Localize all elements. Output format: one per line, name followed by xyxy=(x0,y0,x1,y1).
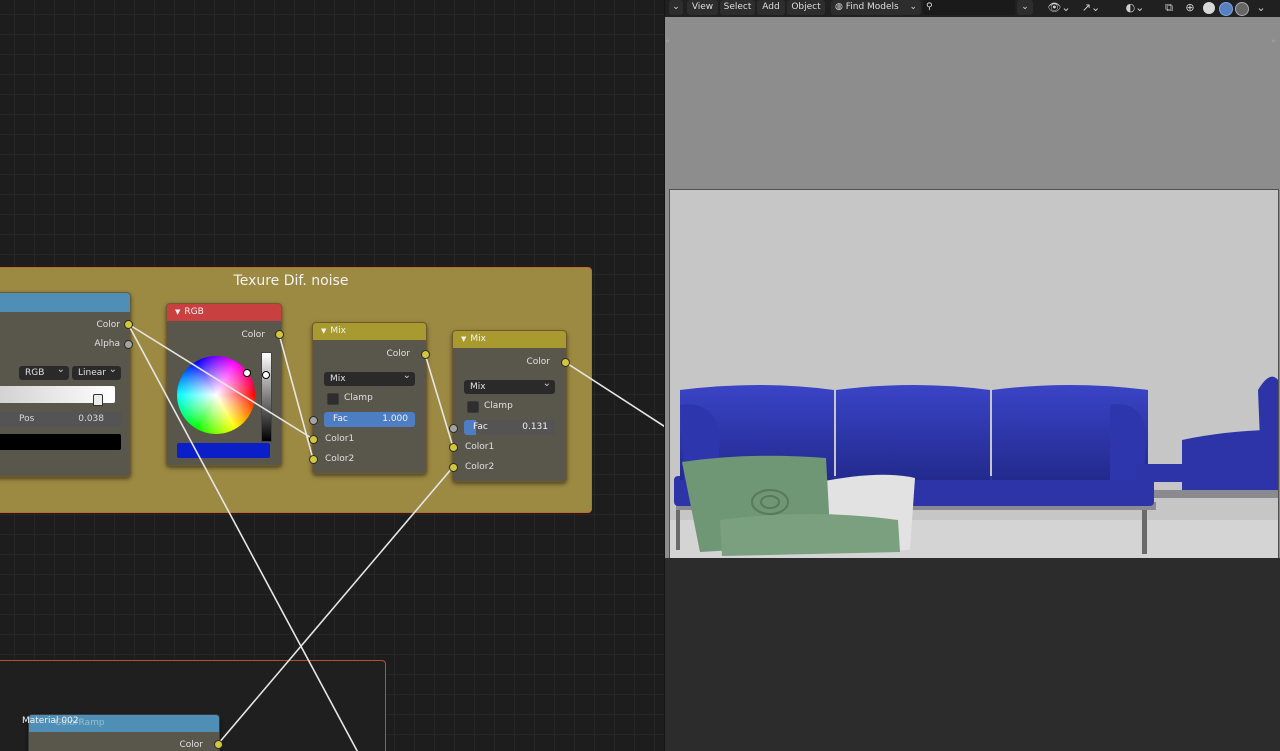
mix2-output-color: Color xyxy=(526,357,551,367)
mix2-clamp-label: Clamp xyxy=(484,401,513,411)
mix2-fac-value: 0.131 xyxy=(522,422,548,432)
pos-value: 0.038 xyxy=(78,414,104,424)
menu-add[interactable]: Add xyxy=(757,0,785,15)
value-slider-handle[interactable] xyxy=(262,371,270,379)
wireframe-shading-icon[interactable]: ⊕ xyxy=(1183,1,1197,15)
viewport-empty-area[interactable] xyxy=(665,558,1280,751)
camera-view[interactable] xyxy=(669,189,1279,558)
region-toggle-left-icon[interactable]: ◦ xyxy=(665,35,670,49)
mix2-color1-socket[interactable] xyxy=(449,443,458,452)
frame-material-label: Material.002 xyxy=(22,716,79,726)
color-ramp-gradient[interactable] xyxy=(0,386,115,406)
material-preview-shading-icon[interactable] xyxy=(1219,2,1233,16)
visibility-eye-icon[interactable]: 👁⌄ xyxy=(1047,1,1071,15)
colorramp-header[interactable] xyxy=(0,293,130,312)
colorramp2-color-socket[interactable] xyxy=(214,740,223,749)
chevron-down-icon: ⌄ xyxy=(909,2,917,12)
mix1-output-color: Color xyxy=(386,349,411,359)
mix2-color-out-socket[interactable] xyxy=(561,358,570,367)
mix1-input-color1: Color1 xyxy=(325,434,355,444)
rgb-color-swatch[interactable] xyxy=(177,443,270,458)
collapse-triangle-icon[interactable]: ▼ xyxy=(321,327,326,335)
mix1-header[interactable]: ▼ Mix xyxy=(313,323,426,340)
mix2-title: Mix xyxy=(470,334,486,344)
color-wheel[interactable] xyxy=(177,356,255,434)
rgb-node[interactable]: ▼ RGB Color xyxy=(166,303,282,466)
value-slider[interactable] xyxy=(261,352,272,442)
3d-viewport[interactable]: ‹ ⌄ View Select Add Object ◍ Find Models… xyxy=(664,0,1280,751)
mix-node-2[interactable]: ▼ Mix Color Mix Clamp Fac 0.131 Color1 Co… xyxy=(452,330,567,482)
mix1-clamp-checkbox[interactable] xyxy=(327,393,339,405)
mix1-clamp-label: Clamp xyxy=(344,393,373,403)
search-input[interactable]: ⚲ xyxy=(923,0,1015,15)
mix2-clamp-checkbox[interactable] xyxy=(467,401,479,413)
color-stop-handle[interactable] xyxy=(93,394,103,406)
collapse-triangle-icon[interactable]: ▼ xyxy=(461,335,466,343)
rgb-header[interactable]: ▼ RGB xyxy=(167,304,281,321)
overlays-icon[interactable]: ◐⌄ xyxy=(1121,1,1149,15)
colorramp-node[interactable]: Color Alpha RGB Linear Pos 0.038 xyxy=(0,292,131,477)
mix1-fac-field[interactable]: Fac 1.000 xyxy=(324,412,415,427)
sofa-render xyxy=(670,376,1278,558)
mix2-fac-label: Fac xyxy=(473,422,488,432)
rgb-output-color: Color xyxy=(241,330,266,340)
menu-object[interactable]: Object xyxy=(787,0,825,15)
gizmo-icon[interactable]: ↗⌄ xyxy=(1077,1,1105,15)
search-icon: ⚲ xyxy=(926,2,933,12)
mix1-blend-dropdown[interactable]: Mix xyxy=(324,369,415,386)
rendered-shading-icon[interactable] xyxy=(1235,2,1249,16)
mix1-fac-value: 1.000 xyxy=(382,414,408,424)
search-dropdown-chevron-icon[interactable]: ⌄ xyxy=(1017,0,1033,15)
viewport-header: ‹ ⌄ View Select Add Object ◍ Find Models… xyxy=(665,0,1280,17)
color-picker-cursor[interactable] xyxy=(243,369,251,377)
menu-select[interactable]: Select xyxy=(720,0,755,15)
find-models-dropdown[interactable]: ◍ Find Models ⌄ xyxy=(831,0,921,15)
colorramp-output-alpha: Alpha xyxy=(94,339,120,349)
shading-options-chevron-icon[interactable]: ⌄ xyxy=(1255,1,1267,15)
mix-node-1[interactable]: ▼ Mix Color Mix Clamp Fac 1.000 Color1 Co… xyxy=(312,322,427,474)
xray-icon[interactable]: ⧉ xyxy=(1162,1,1176,15)
solid-shading-icon[interactable] xyxy=(1203,2,1215,14)
interpolation-dropdown[interactable]: Linear xyxy=(72,363,121,380)
mix2-header[interactable]: ▼ Mix xyxy=(453,331,566,348)
mix2-blend-dropdown[interactable]: Mix xyxy=(464,377,555,394)
pos-label: Pos xyxy=(19,414,35,424)
find-models-label: Find Models xyxy=(845,2,899,12)
mix1-color1-socket[interactable] xyxy=(309,435,318,444)
rgb-title: RGB xyxy=(184,307,204,317)
frame-title: Texure Dif. noise xyxy=(233,273,349,289)
mix2-input-color2: Color2 xyxy=(465,462,495,472)
colorramp-output-color: Color xyxy=(96,320,121,330)
colorramp-color-socket[interactable] xyxy=(124,320,133,329)
node-editor[interactable]: Texure Dif. noise Color Alpha RGB Linear… xyxy=(0,0,664,751)
menu-view[interactable]: View xyxy=(687,0,718,15)
mix1-color-out-socket[interactable] xyxy=(421,350,430,359)
mix1-fac-socket[interactable] xyxy=(309,416,318,425)
mix2-color2-socket[interactable] xyxy=(449,463,458,472)
mix1-color2-socket[interactable] xyxy=(309,455,318,464)
mix1-input-color2: Color2 xyxy=(325,454,355,464)
mix1-fac-label: Fac xyxy=(333,414,348,424)
globe-icon: ◍ xyxy=(835,2,843,12)
colorramp2-output-color: Color xyxy=(179,740,204,750)
collapse-triangle-icon[interactable]: ▼ xyxy=(175,308,180,316)
mix2-input-color1: Color1 xyxy=(465,442,495,452)
rgb-color-socket[interactable] xyxy=(275,330,284,339)
colorramp-alpha-socket[interactable] xyxy=(124,340,133,349)
region-toggle-right-icon[interactable]: ◦ xyxy=(1271,35,1276,49)
mix2-fac-socket[interactable] xyxy=(449,424,458,433)
viewport-scene[interactable]: ◦ ◦ xyxy=(665,17,1280,558)
stop-color-swatch[interactable] xyxy=(0,434,121,450)
color-mode-dropdown[interactable]: RGB xyxy=(19,363,69,380)
mix1-title: Mix xyxy=(330,326,346,336)
editor-type-chevron-icon[interactable]: ⌄ xyxy=(669,0,683,15)
pos-field[interactable]: Pos 0.038 xyxy=(0,412,122,427)
mix2-fac-field[interactable]: Fac 0.131 xyxy=(464,420,555,435)
